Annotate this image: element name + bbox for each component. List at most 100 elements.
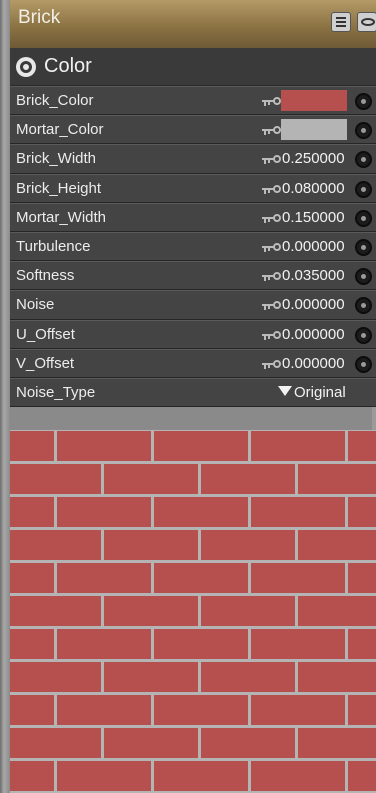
key-icon[interactable] [262, 272, 282, 282]
param-value-field[interactable]: 0.080000 [282, 180, 345, 197]
param-row-brick-color[interactable]: Brick_Color [10, 86, 376, 116]
param-label: Brick_Color [16, 92, 94, 109]
brick-tile [104, 596, 198, 626]
brick-tile [348, 629, 376, 659]
brick-tile [10, 629, 54, 659]
param-value-field[interactable]: 0.000000 [282, 296, 345, 313]
brick-tile [104, 728, 198, 758]
key-icon[interactable] [262, 213, 282, 224]
param-row-mortar-color[interactable]: Mortar_Color [10, 115, 376, 145]
param-row-turbulence[interactable]: Turbulence 0.000000 [10, 231, 376, 262]
brick-tile [251, 563, 345, 593]
dropdown-value: Original [294, 383, 346, 401]
brick-tile [154, 431, 248, 461]
brick-tile [298, 530, 376, 560]
input-dot-icon[interactable] [355, 93, 372, 110]
noise-type-dropdown[interactable]: Original [278, 384, 346, 401]
brick-tile [57, 695, 151, 725]
brick-tile [57, 563, 151, 593]
param-row-noise[interactable]: Noise 0.000000 [10, 290, 376, 320]
brick-tile [251, 431, 345, 461]
brick-tile [348, 695, 376, 725]
brick-tile [298, 464, 376, 494]
brick-tile [10, 431, 54, 461]
key-icon[interactable] [262, 330, 282, 341]
brick-tile [57, 431, 151, 461]
key-icon[interactable] [262, 359, 282, 370]
brick-tile [201, 728, 295, 758]
brick-tile [10, 662, 101, 692]
input-dot-icon[interactable] [355, 326, 372, 344]
brick-tile [57, 497, 151, 527]
brick-tile [104, 464, 198, 494]
section-header[interactable]: Color [10, 48, 376, 86]
param-value-field[interactable]: 0.150000 [282, 209, 345, 226]
brick-tile [251, 695, 345, 725]
brick-tile [10, 596, 101, 626]
brick-tile [201, 596, 295, 626]
param-label: Noise_Type [16, 383, 96, 401]
brick-tile [10, 464, 101, 494]
brick-tile [251, 497, 345, 527]
list-icon[interactable] [331, 12, 351, 32]
param-row-u-offset[interactable]: U_Offset 0.000000 [10, 319, 376, 349]
input-dot-icon[interactable] [355, 355, 372, 373]
brick-tile [10, 530, 101, 560]
key-icon[interactable] [262, 301, 282, 311]
param-row-noise-type[interactable]: Noise_Type Original [10, 377, 376, 408]
color-swatch[interactable] [281, 119, 347, 141]
brick-tile [348, 563, 376, 593]
key-icon[interactable] [262, 155, 282, 165]
brick-tile [251, 761, 345, 791]
param-row-mortar-width[interactable]: Mortar_Width 0.150000 [10, 202, 376, 232]
triangle-down-icon [278, 385, 292, 396]
brick-tile [348, 431, 376, 461]
color-swatch[interactable] [281, 90, 347, 111]
brick-tile [154, 629, 248, 659]
target-icon[interactable] [16, 56, 36, 77]
section-title: Color [44, 55, 92, 77]
input-dot-icon[interactable] [355, 180, 372, 198]
param-value-field[interactable]: 0.000000 [282, 355, 345, 372]
param-row-v-offset[interactable]: V_Offset 0.000000 [10, 348, 376, 378]
brick-tile [10, 728, 101, 758]
input-dot-icon[interactable] [355, 238, 372, 256]
brick-tile [154, 761, 248, 791]
key-icon[interactable] [262, 242, 282, 253]
input-dot-icon[interactable] [355, 297, 372, 315]
brick-tile [348, 761, 376, 791]
key-icon[interactable] [262, 184, 282, 195]
input-dot-icon[interactable] [355, 268, 372, 286]
param-label: Noise [16, 296, 55, 314]
param-label: Mortar_Color [16, 121, 104, 139]
brick-tile [201, 464, 295, 494]
brick-tile [201, 530, 295, 560]
param-value-field[interactable]: 0.250000 [282, 150, 345, 167]
key-icon[interactable] [262, 97, 282, 107]
eye-icon[interactable] [357, 12, 376, 32]
brick-tile [298, 728, 376, 758]
param-value-field[interactable]: 0.000000 [282, 326, 345, 343]
brick-tile [10, 695, 54, 725]
brick-tile [251, 629, 345, 659]
parameter-list: Brick_Color Mortar_Color Brick_Width 0.2500… [10, 86, 376, 408]
param-row-brick-width[interactable]: Brick_Width 0.250000 [10, 144, 376, 174]
brick-pattern-image [10, 430, 376, 793]
brick-tile [104, 530, 198, 560]
brick-tile [57, 629, 151, 659]
input-dot-icon[interactable] [355, 151, 372, 169]
input-dot-icon[interactable] [355, 122, 372, 140]
brick-tile [348, 497, 376, 527]
panel-titlebar[interactable]: Brick [10, 0, 376, 48]
key-icon[interactable] [262, 126, 282, 136]
input-dot-icon[interactable] [355, 209, 372, 227]
param-value-field[interactable]: 0.035000 [282, 267, 345, 284]
brick-tile [298, 596, 376, 626]
param-value-field[interactable]: 0.000000 [282, 238, 345, 255]
param-row-softness[interactable]: Softness 0.035000 [10, 261, 376, 291]
brick-preview [10, 430, 376, 793]
brick-tile [104, 662, 198, 692]
param-row-brick-height[interactable]: Brick_Height 0.080000 [10, 173, 376, 203]
brick-tile [154, 497, 248, 527]
brick-tile [57, 761, 151, 791]
